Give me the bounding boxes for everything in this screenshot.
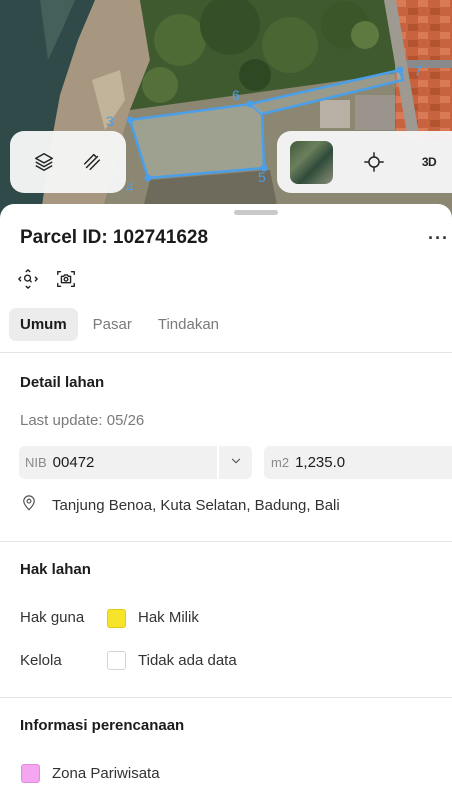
draw-parcel-button[interactable] (72, 142, 112, 182)
parcel-actions-row (15, 268, 79, 294)
nib-label: NIB (25, 455, 47, 470)
map-pin-icon (20, 494, 38, 516)
nib-value: 00472 (52, 454, 95, 471)
more-options-button[interactable]: ··· (428, 228, 449, 249)
last-update-text: Last update: 05/26 (20, 412, 145, 429)
kelola-value: Tidak ada data (138, 652, 237, 669)
zone-swatch (21, 764, 40, 783)
satellite-thumbnail (289, 140, 333, 184)
basemap-toggle-button[interactable] (288, 139, 334, 185)
locate-button[interactable] (354, 142, 394, 182)
vertex-label-6: 6 (232, 87, 240, 103)
location-text: Tanjung Benoa, Kuta Selatan, Badung, Bal… (52, 496, 340, 514)
area-field: m2 1,235.0 (264, 446, 452, 479)
divider (0, 541, 452, 542)
map-view[interactable]: 3 4 5 6 7 3D (0, 0, 452, 220)
kelola-swatch (107, 651, 126, 670)
vertex-label-4: 4 (126, 179, 134, 195)
vertex-label-5: 5 (258, 169, 266, 185)
parcel-title: Parcel ID: 102741628 (20, 227, 209, 248)
zoom-to-parcel-button[interactable] (15, 268, 41, 294)
crosshair-icon (363, 151, 385, 173)
vertex-label-3: 3 (106, 113, 114, 129)
zone-value: Zona Pariwisata (52, 765, 160, 782)
kelola-label: Kelola (20, 652, 62, 669)
section-title-rights: Hak lahan (20, 561, 91, 578)
area-value: 1,235.0 (295, 454, 346, 471)
vertex-label-7: 7 (414, 63, 422, 79)
map-tools-panel (10, 131, 126, 193)
3d-mode-button[interactable]: 3D (409, 142, 449, 182)
nib-field[interactable]: NIB 00472 (19, 446, 217, 479)
divider (0, 352, 452, 353)
hak-guna-label: Hak guna (20, 609, 85, 626)
tab-umum[interactable]: Umum (9, 308, 78, 341)
divider (0, 697, 452, 698)
detail-tabs: Umum Pasar Tindakan (9, 308, 230, 341)
zoom-to-fit-icon (17, 268, 39, 295)
hak-guna-value: Hak Milik (138, 609, 199, 626)
draw-parcel-icon (81, 151, 103, 173)
tab-tindakan[interactable]: Tindakan (147, 308, 230, 341)
screenshot-button[interactable] (53, 268, 79, 294)
tab-pasar[interactable]: Pasar (82, 308, 143, 341)
chevron-down-icon (229, 454, 243, 472)
sheet-drag-handle[interactable] (234, 210, 278, 215)
section-title-planning: Informasi perencanaan (20, 717, 185, 734)
map-view-panel: 3D (277, 131, 452, 193)
nib-dropdown-button[interactable] (219, 446, 252, 479)
location-row: Tanjung Benoa, Kuta Selatan, Badung, Bal… (20, 494, 340, 516)
section-title-detail: Detail lahan (20, 374, 105, 391)
area-unit: m2 (271, 455, 290, 470)
camera-capture-icon (55, 268, 77, 295)
layers-button[interactable] (24, 142, 64, 182)
3d-mode-label: 3D (421, 155, 437, 169)
hak-guna-swatch (107, 609, 126, 628)
layers-icon (33, 151, 55, 173)
parcel-detail-sheet: Parcel ID: 102741628 ··· Umum Pasar Tind… (0, 204, 452, 804)
